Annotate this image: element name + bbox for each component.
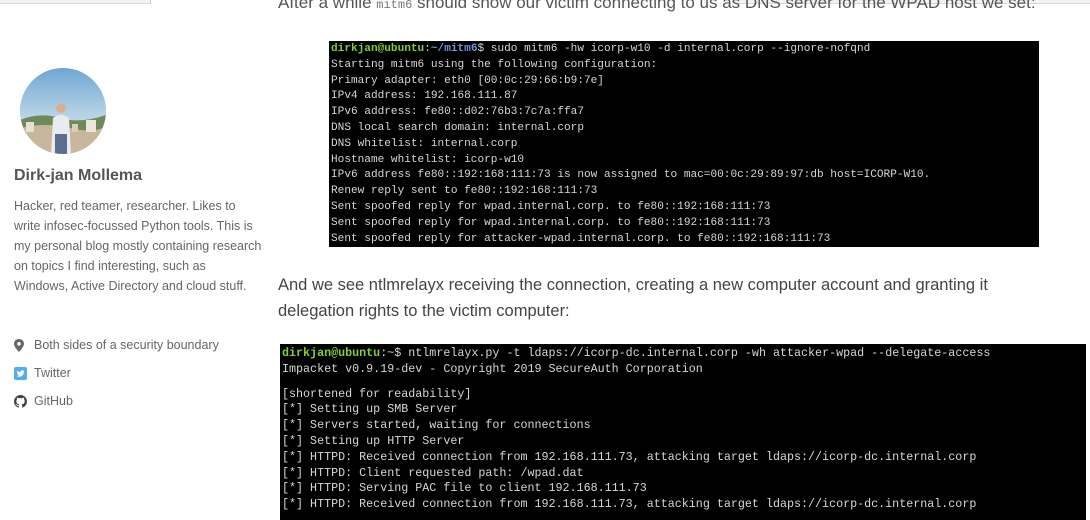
intro-sentence: After a while mitm6 should show our vict… bbox=[278, 0, 1078, 13]
terminal-prompt-line: dirkjan@ubuntu:~/mitm6$ sudo mitm6 -hw i… bbox=[331, 42, 1039, 58]
terminal-line: [*] HTTPD: Serving PAC file to client 19… bbox=[282, 481, 647, 496]
terminal-command: $ ntlmrelayx.py -t ldaps://icorp-dc.inte… bbox=[394, 346, 991, 360]
ntlmrelayx-terminal-output: dirkjan@ubuntu:~$ ntlmrelayx.py -t ldaps… bbox=[280, 344, 1086, 520]
intro-inline-code: mitm6 bbox=[376, 0, 413, 12]
github-label: GitHub bbox=[34, 394, 73, 408]
article-paragraph: And we see ntlmrelayx receiving the conn… bbox=[278, 276, 988, 320]
terminal-line: [shortened for readability] bbox=[282, 386, 472, 401]
terminal-line: IPv6 address fe80::192:168:111:73 is now… bbox=[331, 169, 931, 182]
terminal-line: [*] HTTPD: Received connection from 192.… bbox=[282, 497, 977, 512]
author-bio: Hacker, red teamer, researcher. Likes to… bbox=[14, 199, 262, 293]
terminal-line: Sent spoofed reply for attacker-wpad.int… bbox=[331, 232, 831, 245]
avatar-photo bbox=[20, 68, 106, 154]
terminal-line: Starting mitm6 using the following confi… bbox=[331, 58, 658, 71]
prompt-path: ~/mitm6 bbox=[430, 43, 478, 55]
terminal-line: [*] Servers started, waiting for connect… bbox=[282, 418, 591, 433]
prompt-user: dirkjan@ubuntu bbox=[282, 346, 381, 360]
twitter-icon bbox=[14, 366, 34, 380]
terminal-line: [*] HTTPD: Received connection from 192.… bbox=[282, 449, 977, 464]
author-name: Dirk-jan Mollema bbox=[14, 167, 143, 184]
terminal-command: $ sudo mitm6 -hw icorp-w10 -d internal.c… bbox=[477, 43, 871, 55]
terminal-line: DNS local search domain: internal.corp bbox=[331, 121, 584, 134]
prompt-separator: : bbox=[424, 43, 431, 55]
terminal-line: [*] HTTPD: Client requested path: /wpad.… bbox=[282, 465, 584, 480]
map-marker-icon bbox=[14, 338, 34, 352]
author-avatar bbox=[20, 68, 106, 154]
location-link[interactable]: Both sides of a security boundary bbox=[14, 331, 219, 359]
twitter-link[interactable]: Twitter bbox=[14, 359, 219, 387]
terminal-header-line: Impacket v0.9.19-dev - Copyright 2019 Se… bbox=[282, 361, 703, 376]
terminal-line: DNS whitelist: internal.corp bbox=[331, 137, 518, 150]
intro-text-end: should show our victim connecting to us … bbox=[412, 0, 1036, 12]
intro-text-start: After a while bbox=[278, 0, 377, 12]
github-link[interactable]: GitHub bbox=[14, 387, 219, 415]
mitm6-terminal-output: dirkjan@ubuntu:~/mitm6$ sudo mitm6 -hw i… bbox=[329, 41, 1039, 247]
github-icon bbox=[14, 394, 34, 408]
terminal-line: Renew reply sent to fe80::192:168:111:73 bbox=[331, 185, 598, 198]
prompt-user: dirkjan@ubuntu bbox=[331, 43, 425, 55]
terminal-prompt-line: dirkjan@ubuntu:~$ ntlmrelayx.py -t ldaps… bbox=[282, 346, 1086, 362]
terminal-line: Primary adapter: eth0 [00:0c:29:66:b9:7e… bbox=[331, 74, 604, 87]
terminal-line: [*] Setting up SMB Server bbox=[282, 402, 458, 417]
terminal-line: Hostname whitelist: icorp-w10 bbox=[331, 153, 525, 166]
terminal-blank-gap bbox=[282, 378, 1086, 387]
twitter-label: Twitter bbox=[34, 366, 71, 380]
terminal-line: [*] Setting up HTTP Server bbox=[282, 433, 465, 448]
terminal-line: Sent spoofed reply for wpad.internal.cor… bbox=[331, 216, 771, 229]
terminal-line: IPv6 address: fe80::d02:76b3:7c7a:ffa7 bbox=[331, 106, 584, 119]
author-links: Both sides of a security boundary Twitte… bbox=[14, 331, 219, 415]
terminal-line: Sent spoofed reply for wpad.internal.cor… bbox=[331, 200, 771, 213]
location-label: Both sides of a security boundary bbox=[34, 338, 219, 352]
terminal-line: IPv4 address: 192.168.111.87 bbox=[331, 90, 518, 103]
